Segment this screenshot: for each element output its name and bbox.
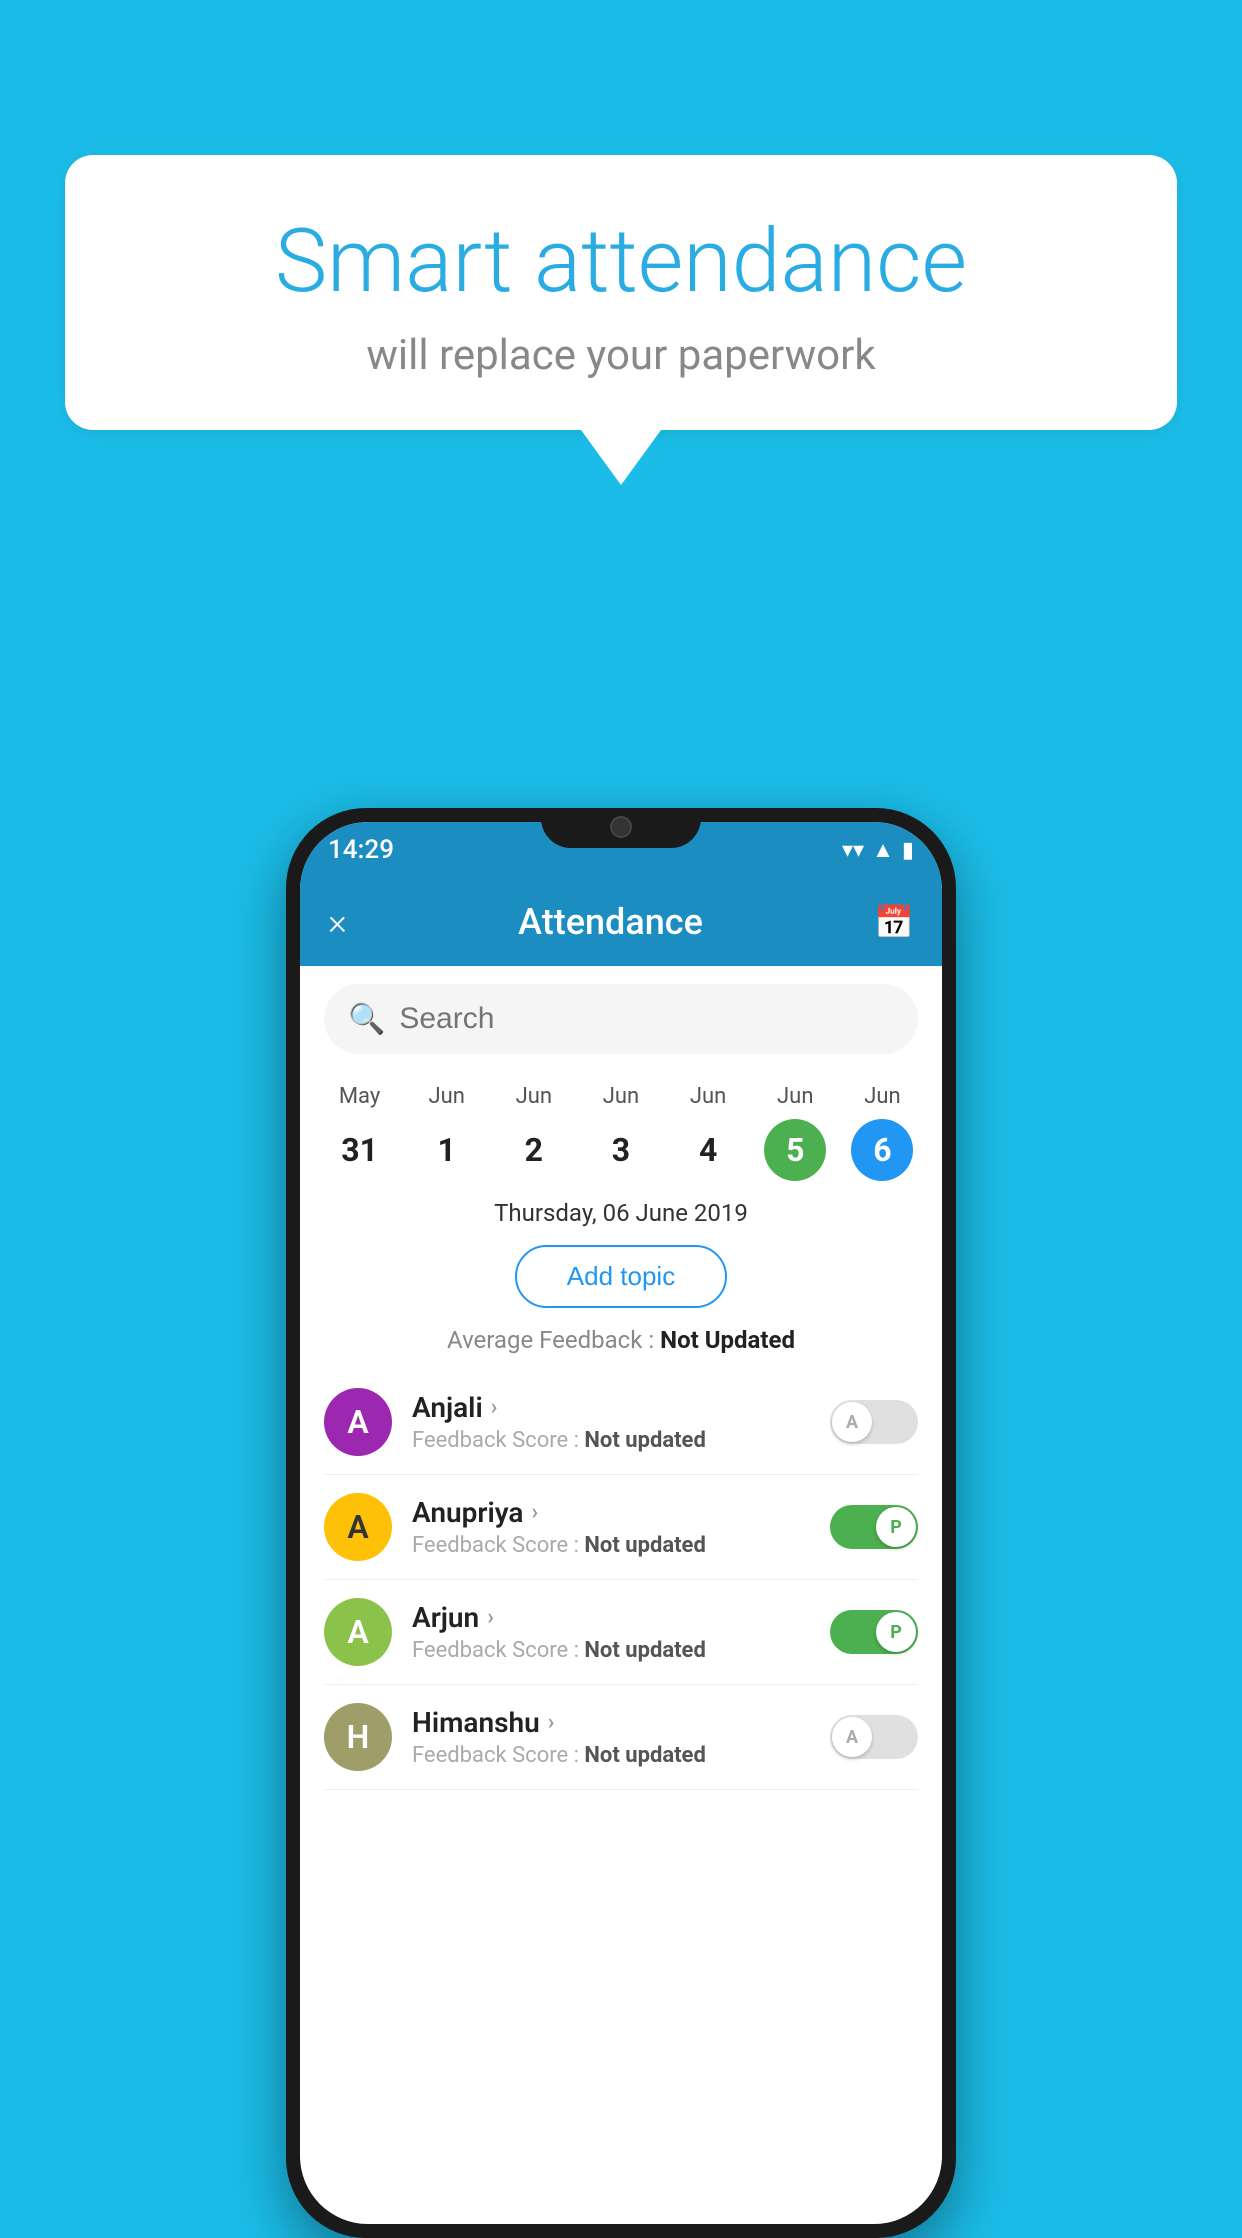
toggle-knob-3: A	[832, 1717, 872, 1757]
phone-screen: 14:29 ▾▾ ▲ ▮ × Attendance 📅 🔍 May31Jun1J…	[300, 822, 942, 2224]
student-name-2: Arjun ›	[412, 1601, 830, 1634]
cal-month-5: Jun	[777, 1084, 813, 1109]
avatar-3: H	[324, 1703, 392, 1771]
phone-frame: 14:29 ▾▾ ▲ ▮ × Attendance 📅 🔍 May31Jun1J…	[286, 808, 956, 2238]
phone-notch	[541, 808, 701, 848]
bubble-subtitle: will replace your paperwork	[125, 331, 1117, 380]
student-info-0: Anjali › Feedback Score : Not updated	[412, 1391, 830, 1453]
toggle-wrap-3[interactable]: A	[830, 1715, 918, 1759]
cal-date-3: 3	[590, 1119, 652, 1181]
selected-date: Thursday, 06 June 2019	[300, 1199, 942, 1227]
cal-date-6: 6	[851, 1119, 913, 1181]
student-feedback-3: Feedback Score : Not updated	[412, 1743, 830, 1768]
avg-feedback: Average Feedback : Not Updated	[300, 1326, 942, 1354]
toggle-2[interactable]: P	[830, 1610, 918, 1654]
student-item-2[interactable]: A Arjun › Feedback Score : Not updated P	[324, 1580, 918, 1685]
cal-date-4: 4	[677, 1119, 739, 1181]
student-info-2: Arjun › Feedback Score : Not updated	[412, 1601, 830, 1663]
student-name-3: Himanshu ›	[412, 1706, 830, 1739]
cal-date-2: 2	[503, 1119, 565, 1181]
search-icon: 🔍	[348, 1002, 385, 1037]
search-input[interactable]	[399, 1002, 894, 1036]
avg-feedback-value: Not Updated	[660, 1326, 795, 1354]
toggle-wrap-2[interactable]: P	[830, 1610, 918, 1654]
cal-day-5[interactable]: Jun 5	[764, 1084, 826, 1181]
toggle-knob-0: A	[832, 1402, 872, 1442]
avg-feedback-label: Average Feedback :	[447, 1326, 660, 1354]
close-button[interactable]: ×	[328, 901, 347, 943]
cal-day-0[interactable]: May 31	[329, 1084, 391, 1181]
student-item-3[interactable]: H Himanshu › Feedback Score : Not updatedA	[324, 1685, 918, 1790]
avatar-0: A	[324, 1388, 392, 1456]
cal-day-4[interactable]: Jun 4	[677, 1084, 739, 1181]
student-name-1: Anupriya ›	[412, 1496, 830, 1529]
student-feedback-2: Feedback Score : Not updated	[412, 1638, 830, 1663]
cal-month-1: Jun	[428, 1084, 464, 1109]
cal-date-5: 5	[764, 1119, 826, 1181]
app-header: × Attendance 📅	[300, 878, 942, 966]
toggle-3[interactable]: A	[830, 1715, 918, 1759]
speech-bubble-tail	[581, 430, 661, 485]
student-feedback-1: Feedback Score : Not updated	[412, 1533, 830, 1558]
phone-camera	[610, 816, 632, 838]
cal-month-6: Jun	[864, 1084, 900, 1109]
cal-day-2[interactable]: Jun 2	[503, 1084, 565, 1181]
toggle-1[interactable]: P	[830, 1505, 918, 1549]
cal-date-0: 31	[329, 1119, 391, 1181]
wifi-icon: ▾▾	[842, 838, 864, 863]
student-item-1[interactable]: A Anupriya › Feedback Score : Not updated P	[324, 1475, 918, 1580]
cal-month-2: Jun	[516, 1084, 552, 1109]
cal-day-6[interactable]: Jun 6	[851, 1084, 913, 1181]
student-list: AAnjali ›Feedback Score : Not updatedAAA…	[300, 1370, 942, 1790]
status-time: 14:29	[328, 835, 394, 865]
chevron-icon: ›	[531, 1500, 538, 1525]
bubble-title: Smart attendance	[125, 210, 1117, 313]
cal-day-3[interactable]: Jun 3	[590, 1084, 652, 1181]
signal-icon: ▲	[872, 837, 894, 863]
chevron-icon: ›	[487, 1605, 494, 1630]
student-info-3: Himanshu › Feedback Score : Not updated	[412, 1706, 830, 1768]
toggle-0[interactable]: A	[830, 1400, 918, 1444]
calendar-icon[interactable]: 📅	[874, 903, 914, 941]
cal-month-3: Jun	[603, 1084, 639, 1109]
student-name-0: Anjali ›	[412, 1391, 830, 1424]
speech-bubble: Smart attendance will replace your paper…	[65, 155, 1177, 430]
toggle-wrap-0[interactable]: A	[830, 1400, 918, 1444]
calendar-strip: May 31 Jun 1 Jun 2 Jun 3 Jun 4 Jun 5 Jun 6	[300, 1072, 942, 1181]
chevron-icon: ›	[491, 1395, 498, 1420]
search-bar[interactable]: 🔍	[324, 984, 918, 1054]
cal-date-1: 1	[416, 1119, 478, 1181]
toggle-knob-1: P	[876, 1507, 916, 1547]
toggle-knob-2: P	[876, 1612, 916, 1652]
cal-month-0: May	[339, 1084, 380, 1109]
add-topic-button[interactable]: Add topic	[515, 1245, 727, 1308]
speech-bubble-container: Smart attendance will replace your paper…	[65, 155, 1177, 485]
avatar-2: A	[324, 1598, 392, 1666]
student-item-0[interactable]: AAnjali ›Feedback Score : Not updatedA	[324, 1370, 918, 1475]
battery-icon: ▮	[902, 838, 914, 863]
cal-day-1[interactable]: Jun 1	[416, 1084, 478, 1181]
toggle-wrap-1[interactable]: P	[830, 1505, 918, 1549]
status-icons: ▾▾ ▲ ▮	[842, 837, 914, 863]
cal-month-4: Jun	[690, 1084, 726, 1109]
chevron-icon: ›	[548, 1710, 555, 1735]
avatar-1: A	[324, 1493, 392, 1561]
header-title: Attendance	[347, 901, 874, 943]
student-feedback-0: Feedback Score : Not updated	[412, 1428, 830, 1453]
student-info-1: Anupriya › Feedback Score : Not updated	[412, 1496, 830, 1558]
